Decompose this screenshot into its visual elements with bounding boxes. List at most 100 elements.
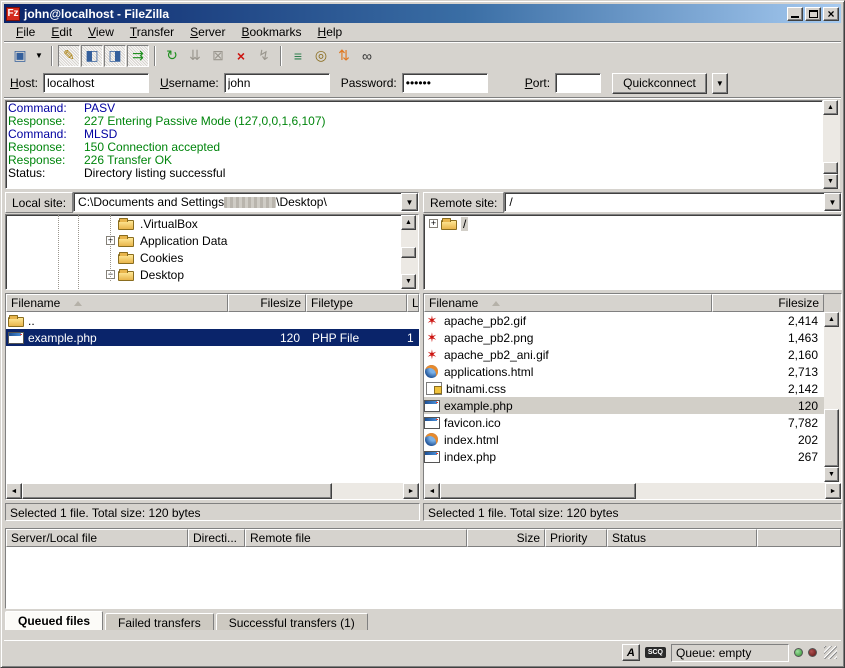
remote-file-row[interactable]: ✶ apache_pb2.png 1,463 <box>424 329 824 346</box>
username-input[interactable] <box>224 73 330 93</box>
column-label: Server/Local file <box>11 531 97 545</box>
remote-file-row[interactable]: ✶ apache_pb2.gif 2,414 <box>424 312 824 329</box>
scroll-thumb[interactable] <box>823 162 838 174</box>
local-site-pane: Local site: C:\Documents and Settings\De… <box>5 192 419 290</box>
quickconnect-dropdown-icon[interactable]: ▼ <box>712 73 728 94</box>
port-input[interactable] <box>555 73 601 93</box>
column-label: Filetype <box>311 296 353 310</box>
remote-site-dropdown-icon[interactable]: ▼ <box>824 193 841 211</box>
menu-view[interactable]: View <box>80 23 122 41</box>
site-manager-dropdown-icon[interactable]: ▼ <box>32 45 46 67</box>
scroll-up-icon[interactable]: ▲ <box>824 312 839 327</box>
remote-site-combo[interactable]: / ▼ <box>504 192 842 212</box>
file-size: 202 <box>730 433 824 447</box>
scroll-left-icon[interactable]: ◄ <box>424 483 440 499</box>
directory-comparison-icon[interactable]: ◎ <box>310 45 332 67</box>
disconnect-icon[interactable]: × <box>230 45 252 67</box>
toggle-local-tree-icon[interactable]: ◧ <box>81 45 103 67</box>
file-size: 267 <box>730 450 824 464</box>
queue-col-server-local-file[interactable]: Server/Local file <box>6 529 188 547</box>
scroll-left-icon[interactable]: ◄ <box>6 483 22 499</box>
scroll-right-icon[interactable]: ► <box>403 483 419 499</box>
tab-queued-files[interactable]: Queued files <box>5 611 103 630</box>
queue-status: Queue: empty <box>671 644 789 662</box>
local-col-filetype[interactable]: Filetype <box>306 294 407 312</box>
scroll-thumb[interactable] <box>401 247 416 258</box>
minimize-button[interactable] <box>787 7 803 21</box>
remote-file-row-selected[interactable]: example.php 120 <box>424 397 824 414</box>
remote-file-row[interactable]: index.html 202 <box>424 431 824 448</box>
remote-col-filesize[interactable]: Filesize <box>712 294 824 312</box>
host-input[interactable] <box>43 73 149 93</box>
toggle-message-log-icon[interactable]: ✎ <box>58 45 80 67</box>
find-files-icon[interactable]: ∞ <box>356 45 378 67</box>
window-title: john@localhost - FileZilla <box>24 7 785 21</box>
tab-failed-transfers[interactable]: Failed transfers <box>105 613 214 630</box>
remote-site-pane: Remote site: / ▼ + / <box>423 192 842 290</box>
scroll-down-icon[interactable]: ▼ <box>401 274 416 289</box>
queue-col-remote-file[interactable]: Remote file <box>245 529 467 547</box>
scroll-thumb[interactable] <box>824 409 839 467</box>
local-list-hscrollbar[interactable]: ◄ ► <box>6 483 419 499</box>
tab-successful-transfers[interactable]: Successful transfers (1) <box>216 613 368 630</box>
scroll-thumb[interactable] <box>440 483 636 499</box>
queue-col-priority[interactable]: Priority <box>545 529 607 547</box>
directory-filters-icon[interactable]: ≡ <box>287 45 309 67</box>
local-site-combo[interactable]: C:\Documents and Settings\Desktop\ ▼ <box>73 192 419 212</box>
menu-edit[interactable]: Edit <box>43 23 80 41</box>
queue-col-direction[interactable]: Directi... <box>188 529 245 547</box>
scroll-up-icon[interactable]: ▲ <box>401 215 416 230</box>
local-col-filesize[interactable]: Filesize <box>228 294 306 312</box>
tree-item-application-data[interactable]: + Application Data <box>6 232 418 249</box>
queue-col-status[interactable]: Status <box>607 529 757 547</box>
local-col-last-modified[interactable]: L <box>407 294 419 312</box>
remote-list-hscrollbar[interactable]: ◄ ► <box>424 483 841 499</box>
site-manager-icon[interactable]: ▣ <box>9 45 31 67</box>
close-button[interactable]: × <box>823 7 839 21</box>
maximize-button[interactable] <box>805 7 821 21</box>
speed-limits-icon[interactable]: SCQ <box>645 647 666 658</box>
remote-file-row[interactable]: ✶ apache_pb2_ani.gif 2,160 <box>424 346 824 363</box>
log-scrollbar[interactable]: ▲ ▼ <box>823 100 840 189</box>
remote-file-row[interactable]: favicon.ico 7,782 <box>424 414 824 431</box>
cancel-glyph: ⊠ <box>212 47 224 64</box>
tree-item-virtualbox[interactable]: .VirtualBox <box>6 215 418 232</box>
remote-file-row[interactable]: bitnami.css 2,142 <box>424 380 824 397</box>
refresh-icon[interactable]: ↻ <box>161 45 183 67</box>
tree-guide <box>110 215 111 281</box>
remote-file-row[interactable]: applications.html 2,713 <box>424 363 824 380</box>
local-tree-scrollbar[interactable]: ▲ ▼ <box>401 215 418 289</box>
synchronized-browsing-icon[interactable]: ⇅ <box>333 45 355 67</box>
tree-item-cookies[interactable]: Cookies <box>6 249 418 266</box>
local-file-row-example-php[interactable]: example.php 120 PHP File 1 <box>6 329 419 346</box>
transfer-type-ascii-icon[interactable]: A <box>622 644 640 661</box>
scroll-right-icon[interactable]: ► <box>825 483 841 499</box>
scroll-thumb[interactable] <box>22 483 332 499</box>
menu-server[interactable]: Server <box>182 23 233 41</box>
menu-file[interactable]: File <box>8 23 43 41</box>
quickconnect-button[interactable]: Quickconnect <box>612 73 707 94</box>
password-input[interactable] <box>402 73 488 93</box>
toggle-remote-tree-icon[interactable]: ◨ <box>104 45 126 67</box>
scroll-down-icon[interactable]: ▼ <box>823 174 838 189</box>
remote-col-filename[interactable]: Filename <box>424 294 712 312</box>
local-file-row-parent[interactable]: .. <box>6 312 419 329</box>
folder-icon <box>118 237 134 247</box>
tree-item-desktop[interactable]: − Desktop <box>6 266 418 283</box>
menu-bookmarks[interactable]: Bookmarks <box>233 23 309 41</box>
expand-plus-icon[interactable]: + <box>429 219 438 228</box>
tree-item-root[interactable]: + / <box>424 215 841 232</box>
resize-grip[interactable] <box>824 646 837 659</box>
local-site-dropdown-icon[interactable]: ▼ <box>401 193 418 211</box>
queue-col-filler <box>757 529 841 547</box>
remote-list-vscrollbar[interactable]: ▲ ▼ <box>824 312 841 482</box>
scroll-up-icon[interactable]: ▲ <box>823 100 838 115</box>
menu-help[interactable]: Help <box>310 23 351 41</box>
menu-transfer[interactable]: Transfer <box>122 23 182 41</box>
local-col-filename[interactable]: Filename <box>6 294 228 312</box>
scroll-down-icon[interactable]: ▼ <box>824 467 839 482</box>
queue-col-size[interactable]: Size <box>467 529 545 547</box>
toggle-transfer-queue-icon[interactable]: ⇉ <box>127 45 149 67</box>
tree-guide <box>58 215 59 289</box>
remote-file-row[interactable]: index.php 267 <box>424 448 824 465</box>
